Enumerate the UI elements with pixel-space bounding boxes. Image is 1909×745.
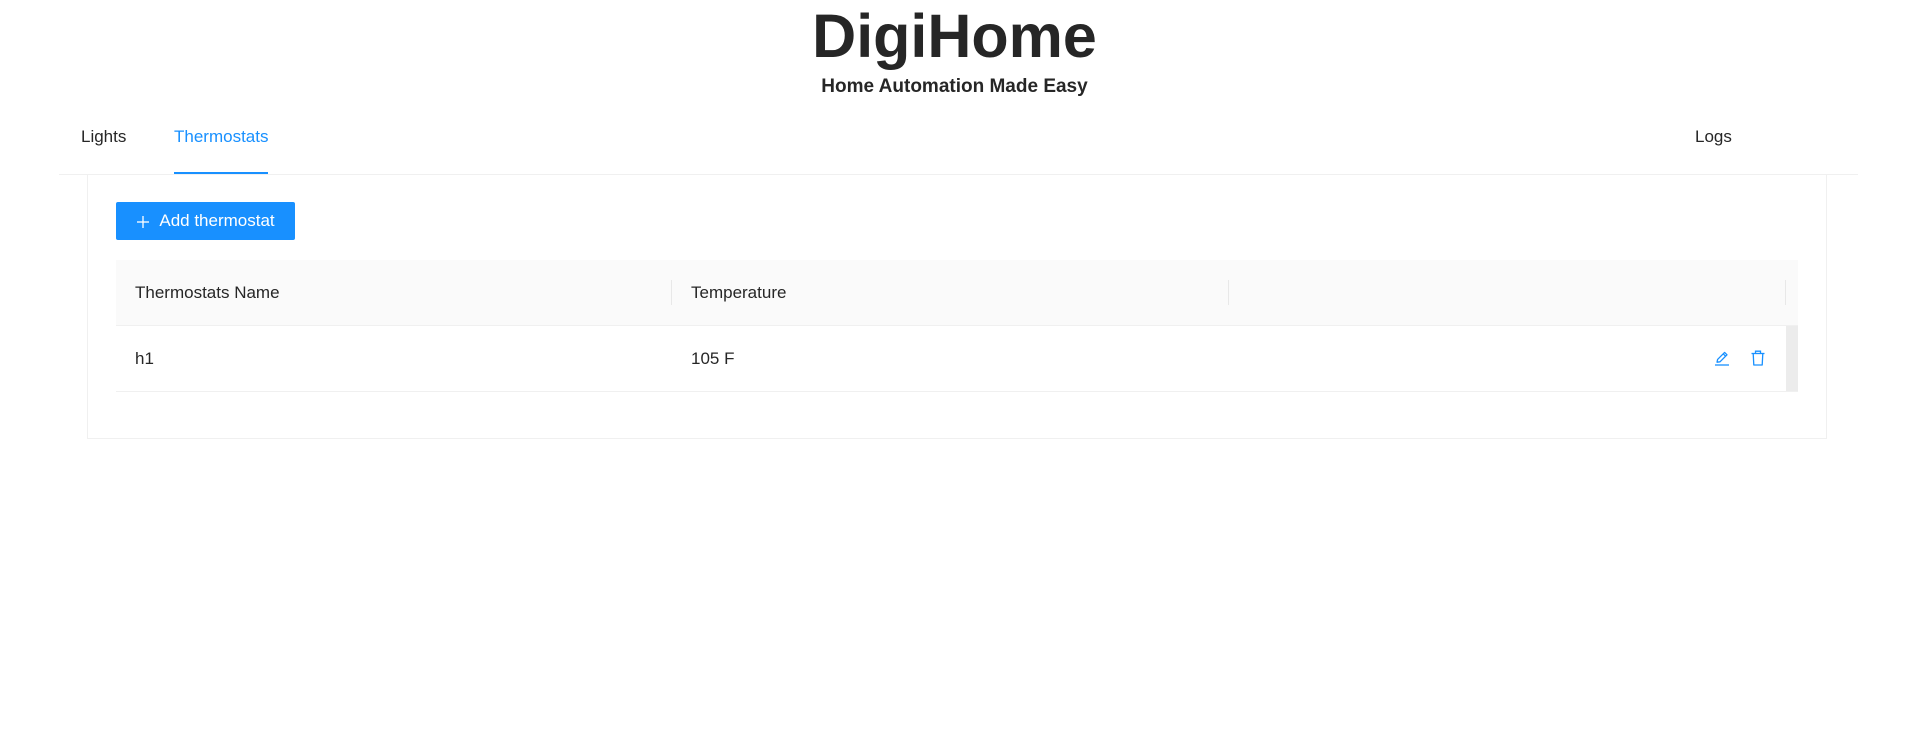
thermostats-panel: Add thermostat Thermostats Name Temperat… — [87, 175, 1827, 439]
thermostats-table: Thermostats Name Temperature h1 105 F — [116, 260, 1798, 392]
column-header-name: Thermostats Name — [135, 283, 280, 302]
column-header-temperature: Temperature — [691, 283, 787, 302]
edit-icon[interactable] — [1713, 349, 1731, 367]
cell-temperature: 105 F — [691, 349, 735, 368]
column-divider — [671, 280, 672, 305]
column-divider — [1785, 280, 1786, 305]
tab-thermostats[interactable]: Thermostats — [174, 110, 269, 174]
app-subtitle: Home Automation Made Easy — [821, 76, 1088, 97]
cell-thermostat-name: h1 — [135, 349, 154, 368]
tab-bar: Lights Thermostats Logs — [59, 110, 1858, 175]
app-title: DigiHome — [812, 2, 1097, 70]
table-row: h1 105 F — [116, 326, 1798, 392]
add-thermostat-button[interactable]: Add thermostat — [116, 202, 295, 240]
table-header: Thermostats Name Temperature — [116, 260, 1798, 326]
column-divider — [1228, 280, 1229, 305]
tab-lights[interactable]: Lights — [81, 110, 126, 174]
page: DigiHome Home Automation Made Easy Light… — [0, 0, 1909, 745]
table-scrollbar[interactable] — [1786, 326, 1798, 391]
plus-icon — [136, 214, 150, 228]
delete-icon[interactable] — [1749, 349, 1767, 367]
tab-logs[interactable]: Logs — [1695, 110, 1732, 174]
app-header: DigiHome Home Automation Made Easy — [0, 0, 1909, 98]
add-thermostat-label: Add thermostat — [159, 211, 275, 230]
